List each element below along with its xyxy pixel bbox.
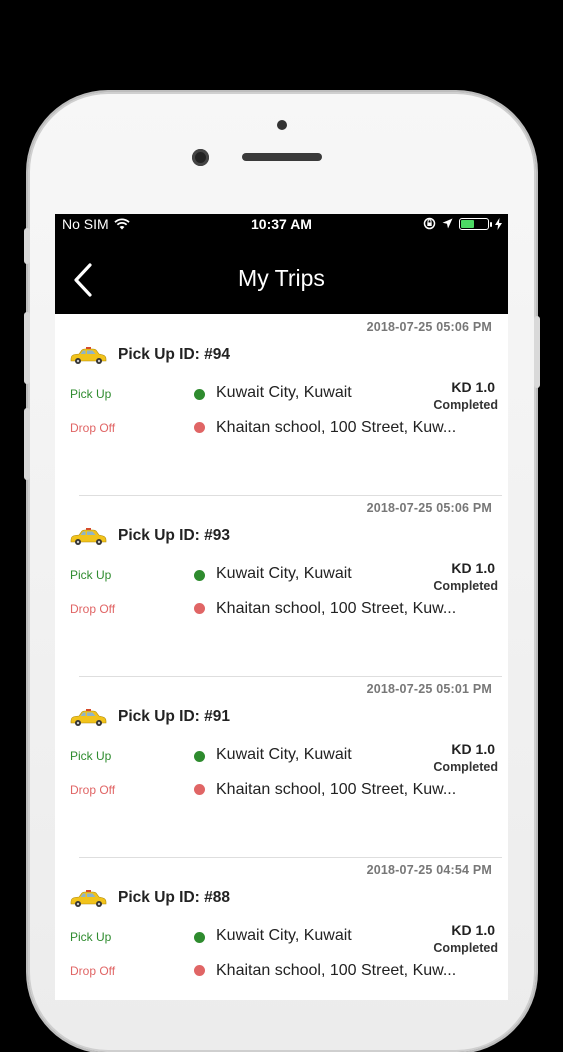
- dropoff-label: Drop Off: [70, 783, 116, 797]
- trip-date: 2018-07-25 05:01 PM: [366, 682, 492, 696]
- trip-status: Completed: [433, 941, 498, 955]
- mute-switch: [24, 228, 30, 264]
- pickup-address: Kuwait City, Kuwait: [216, 927, 352, 944]
- dropoff-label: Drop Off: [70, 964, 116, 978]
- dropoff-label: Drop Off: [70, 602, 116, 616]
- proximity-sensor: [277, 120, 287, 130]
- trip-date: 2018-07-25 05:06 PM: [366, 501, 492, 515]
- trip-id: Pick Up ID: #93: [118, 527, 230, 544]
- pickup-address: Kuwait City, Kuwait: [216, 746, 352, 763]
- trip-status: Completed: [433, 760, 498, 774]
- dropoff-dot-icon: [194, 603, 205, 614]
- pickup-label: Pick Up: [70, 749, 112, 763]
- trip-id: Pick Up ID: #88: [118, 889, 230, 906]
- volume-up-button: [24, 312, 30, 384]
- page-title: My Trips: [238, 265, 325, 291]
- trip-id: Pick Up ID: #94: [118, 346, 230, 363]
- pickup-label: Pick Up: [70, 387, 112, 401]
- dropoff-dot-icon: [194, 422, 205, 433]
- dropoff-address: Khaitan school, 100 Street, Kuw...: [216, 600, 457, 617]
- trip-list: 2018-07-25 05:06 PM Pick Up ID: #94 Pick…: [55, 314, 508, 1000]
- trip-card[interactable]: 2018-07-25 05:06 PM Pick Up ID: #94 Pick…: [55, 314, 508, 495]
- trip-status: Completed: [433, 398, 498, 412]
- trip-fare: KD 1.0: [451, 922, 495, 938]
- earpiece-speaker: [242, 153, 322, 161]
- taxi-icon: [70, 528, 107, 545]
- nav-bar: My Trips: [55, 236, 508, 314]
- pickup-label: Pick Up: [70, 930, 112, 944]
- trip-id: Pick Up ID: #91: [118, 708, 230, 725]
- status-bar: No SIM 10:37 AM: [55, 214, 508, 236]
- charging-bolt-icon: [495, 217, 502, 230]
- trip-fare: KD 1.0: [451, 379, 495, 395]
- pickup-dot-icon: [194, 570, 205, 581]
- trip-fare: KD 1.0: [451, 560, 495, 576]
- taxi-icon: [70, 890, 107, 907]
- dropoff-dot-icon: [194, 965, 205, 976]
- trip-card[interactable]: 2018-07-25 05:06 PM Pick Up ID: #93 Pick…: [55, 495, 508, 676]
- trip-date: 2018-07-25 05:06 PM: [366, 320, 492, 334]
- trip-status: Completed: [433, 579, 498, 593]
- taxi-icon: [70, 709, 107, 726]
- trip-date: 2018-07-25 04:54 PM: [366, 863, 492, 877]
- front-camera: [192, 149, 209, 166]
- taxi-icon: [70, 347, 107, 364]
- dropoff-dot-icon: [194, 784, 205, 795]
- battery-icon: [459, 217, 492, 230]
- dropoff-address: Khaitan school, 100 Street, Kuw...: [216, 419, 457, 436]
- dropoff-address: Khaitan school, 100 Street, Kuw...: [216, 962, 457, 979]
- volume-down-button: [24, 408, 30, 480]
- pickup-dot-icon: [194, 932, 205, 943]
- pickup-label: Pick Up: [70, 568, 112, 582]
- orientation-lock-icon: [423, 217, 436, 230]
- trip-card[interactable]: 2018-07-25 04:54 PM Pick Up ID: #88 Pick…: [55, 857, 508, 1000]
- dropoff-address: Khaitan school, 100 Street, Kuw...: [216, 781, 457, 798]
- battery-level: [461, 219, 474, 228]
- pickup-address: Kuwait City, Kuwait: [216, 565, 352, 582]
- dropoff-label: Drop Off: [70, 421, 116, 435]
- pickup-dot-icon: [194, 751, 205, 762]
- pickup-dot-icon: [194, 389, 205, 400]
- trip-card[interactable]: 2018-07-25 05:01 PM Pick Up ID: #91 Pick…: [55, 676, 508, 857]
- power-button: [534, 316, 540, 388]
- trip-fare: KD 1.0: [451, 741, 495, 757]
- pickup-address: Kuwait City, Kuwait: [216, 384, 352, 401]
- app-screen: No SIM 10:37 AM My Trips 2018-07-25 05:0…: [55, 214, 508, 1000]
- location-arrow-icon: [442, 218, 453, 229]
